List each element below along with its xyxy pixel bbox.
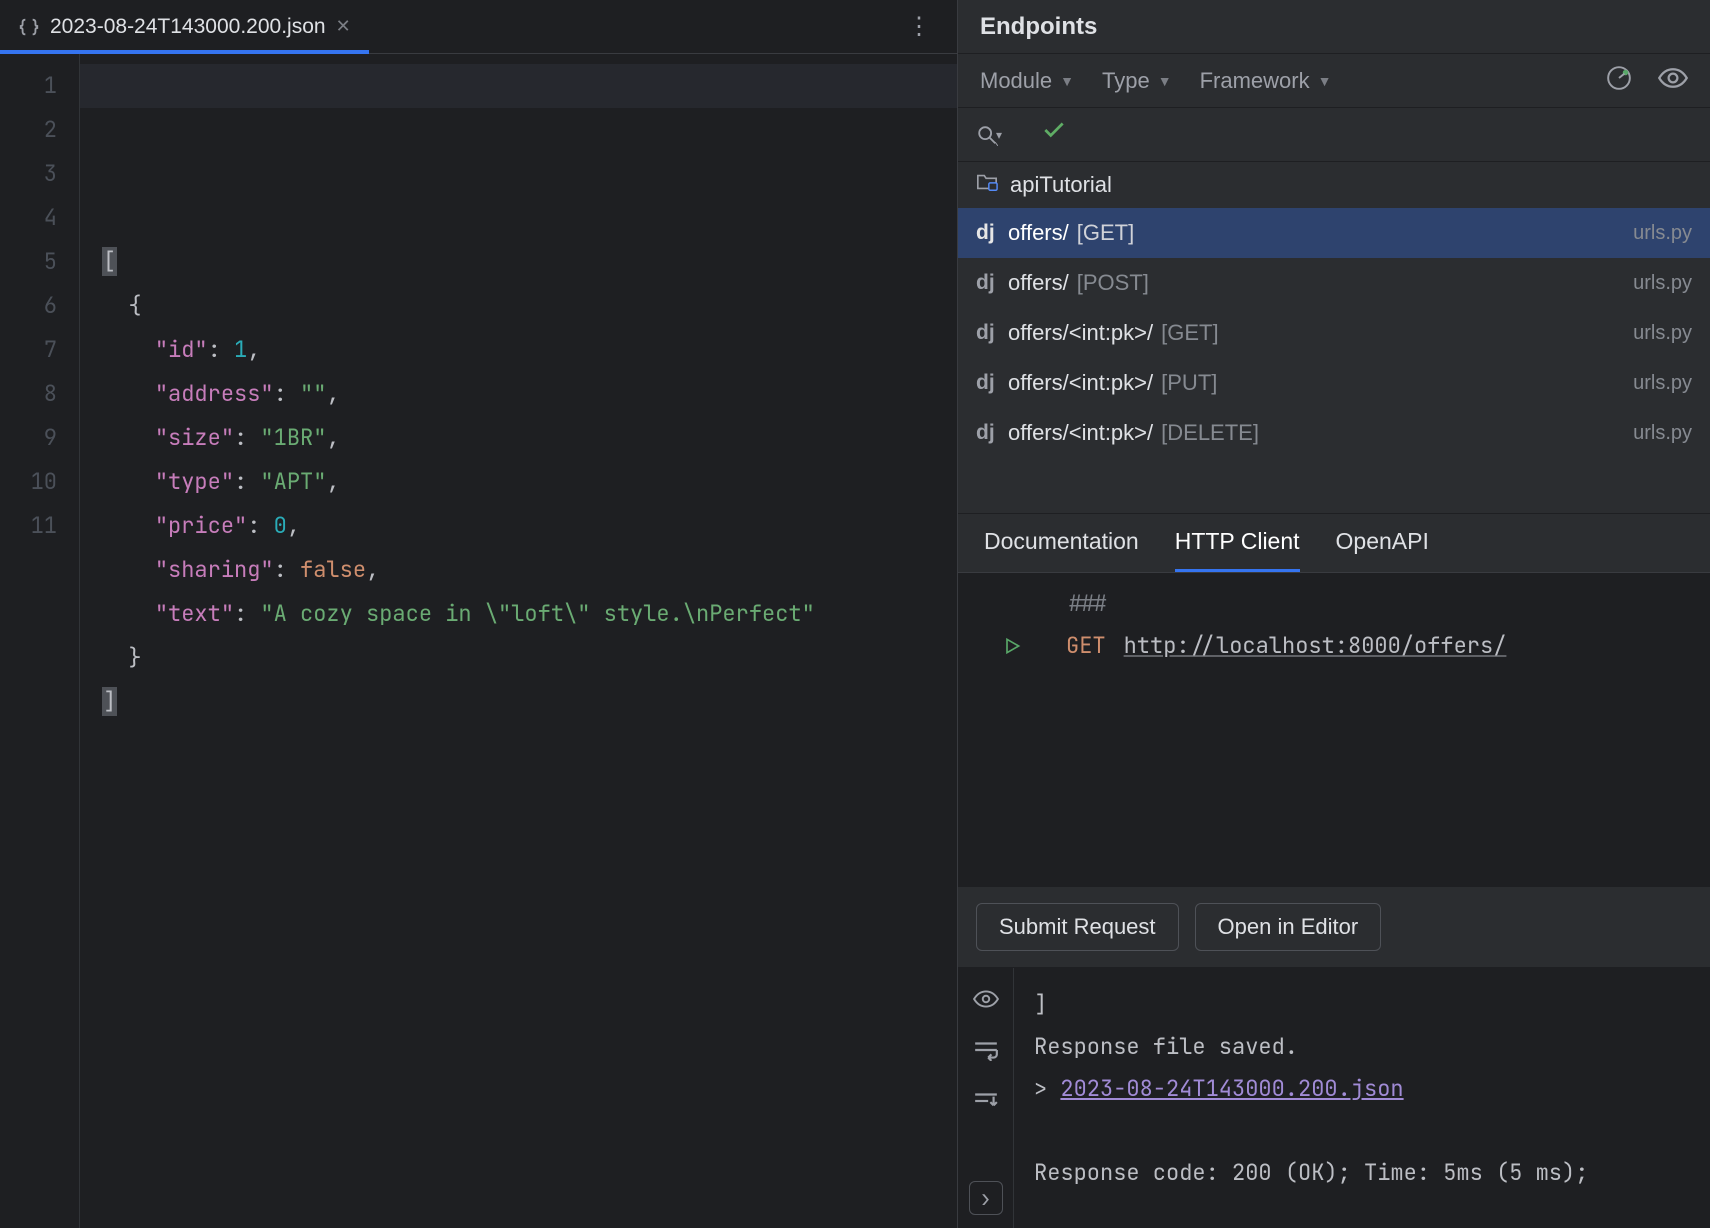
endpoint-row[interactable]: dj offers/ [GET] urls.py (958, 208, 1710, 258)
framework-filter[interactable]: Framework▼ (1200, 68, 1332, 94)
request-separator: ### (1068, 583, 1690, 625)
endpoint-source: urls.py (1633, 422, 1692, 445)
open-in-editor-button[interactable]: Open in Editor (1195, 903, 1382, 951)
gutter: 1 2 3 4 5 6 7 8 9 10 11 (0, 54, 80, 1228)
endpoint-method: [POST] (1077, 270, 1149, 296)
endpoint-method: [GET] (1161, 320, 1218, 346)
endpoints-header: Endpoints (958, 0, 1710, 54)
close-icon[interactable]: ✕ (336, 16, 351, 37)
detail-tabs: Documentation HTTP Client OpenAPI (958, 514, 1710, 573)
endpoint-source: urls.py (1633, 322, 1692, 345)
http-method: GET (1066, 625, 1106, 667)
endpoint-row[interactable]: dj offers/<int:pk>/ [DELETE] urls.py (958, 408, 1710, 458)
django-icon: dj (976, 371, 1008, 395)
tab-bar: 2023-08-24T143000.200.json ✕ ⋮ (0, 0, 957, 54)
endpoint-source: urls.py (1633, 222, 1692, 245)
response-pane: › ] Response file saved. > 2023-08-24T14… (958, 968, 1710, 1228)
tab-openapi[interactable]: OpenAPI (1336, 528, 1429, 572)
action-buttons: Submit Request Open in Editor (958, 886, 1710, 968)
endpoint-source: urls.py (1633, 272, 1692, 295)
django-icon: dj (976, 221, 1008, 245)
endpoint-path: offers/ (1008, 270, 1069, 296)
response-file-link[interactable]: 2023-08-24T143000.200.json (1060, 1074, 1403, 1103)
code-area[interactable]: [ { "id": 1, "address": "", "size": "1BR… (80, 54, 957, 1228)
editor-pane: 2023-08-24T143000.200.json ✕ ⋮ 1 2 3 4 5… (0, 0, 958, 1228)
response-toolbar: › (958, 968, 1014, 1228)
endpoint-row[interactable]: dj offers/<int:pk>/ [GET] urls.py (958, 308, 1710, 358)
endpoint-path: offers/<int:pk>/ (1008, 320, 1153, 346)
django-icon: dj (976, 321, 1008, 345)
endpoint-path: offers/<int:pk>/ (1008, 420, 1153, 446)
endpoint-method: [PUT] (1161, 370, 1217, 396)
endpoint-method: [GET] (1077, 220, 1134, 246)
endpoint-group[interactable]: apiTutorial (958, 162, 1710, 208)
endpoint-path: offers/ (1008, 220, 1069, 246)
response-body[interactable]: ] Response file saved. > 2023-08-24T1430… (1014, 968, 1710, 1228)
eye-icon[interactable] (973, 988, 999, 1017)
chevron-down-icon: ▼ (1060, 73, 1074, 89)
json-file-icon (18, 16, 40, 38)
search-row[interactable]: ▾ (958, 108, 1710, 162)
module-filter[interactable]: Module▼ (980, 68, 1074, 94)
submit-request-button[interactable]: Submit Request (976, 903, 1179, 951)
soft-wrap-icon[interactable] (973, 1039, 999, 1068)
endpoint-source: urls.py (1633, 372, 1692, 395)
expand-icon[interactable]: › (969, 1181, 1003, 1215)
inspection-ok-icon[interactable] (909, 70, 935, 96)
endpoint-row[interactable]: dj offers/<int:pk>/ [PUT] urls.py (958, 358, 1710, 408)
eye-icon[interactable] (1658, 67, 1688, 95)
gauge-icon[interactable] (1606, 65, 1632, 97)
django-icon: dj (976, 421, 1008, 445)
group-label: apiTutorial (1010, 172, 1112, 198)
filters-bar: Module▼ Type▼ Framework▼ (958, 54, 1710, 108)
endpoints-title: Endpoints (980, 13, 1097, 41)
endpoint-list: apiTutorial dj offers/ [GET] urls.py dj … (958, 162, 1710, 458)
endpoint-row[interactable]: dj offers/ [POST] urls.py (958, 258, 1710, 308)
endpoints-pane: Endpoints Module▼ Type▼ Framework▼ ▾ (958, 0, 1710, 1228)
tab-documentation[interactable]: Documentation (984, 528, 1139, 572)
endpoint-method: [DELETE] (1161, 420, 1259, 446)
scroll-to-end-icon[interactable] (973, 1090, 999, 1119)
tab-menu-icon[interactable]: ⋮ (905, 0, 933, 54)
tab-http-client[interactable]: HTTP Client (1175, 528, 1300, 572)
chevron-down-icon: ▼ (1158, 73, 1172, 89)
editor-tab[interactable]: 2023-08-24T143000.200.json ✕ (0, 0, 369, 53)
run-icon[interactable] (998, 636, 1026, 656)
type-filter[interactable]: Type▼ (1102, 68, 1172, 94)
http-url[interactable]: http://localhost:8000/offers/ (1124, 625, 1507, 667)
http-client-editor[interactable]: ### GET http://localhost:8000/offers/ (958, 573, 1710, 697)
endpoint-path: offers/<int:pk>/ (1008, 370, 1153, 396)
chevron-down-icon: ▼ (1318, 73, 1332, 89)
editor-body[interactable]: 1 2 3 4 5 6 7 8 9 10 11 [ { "id": 1, "ad… (0, 54, 957, 1228)
django-icon: dj (976, 271, 1008, 295)
tab-title: 2023-08-24T143000.200.json (50, 15, 326, 39)
